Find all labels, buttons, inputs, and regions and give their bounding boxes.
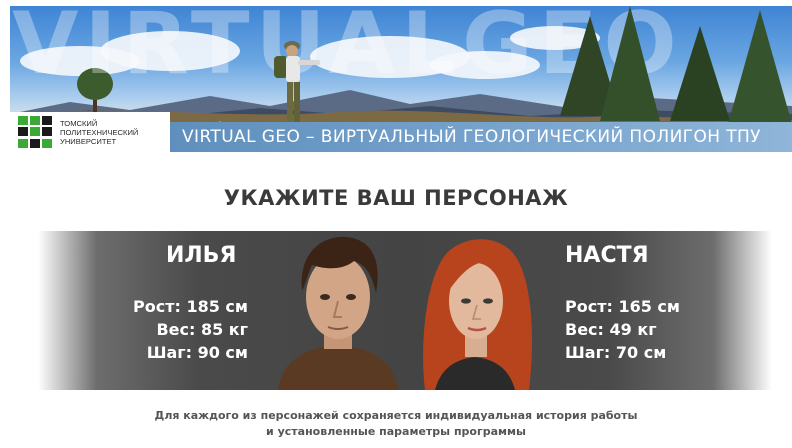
tpu-logo-text: ТОМСКИЙ ПОЛИТЕХНИЧЕСКИЙ УНИВЕРСИТЕТ [60,119,138,146]
character-option-ilya[interactable]: ИЛЬЯ Рост: 185 см Вес: 85 кг Шаг: 90 см [38,231,405,390]
logo-line-1: ТОМСКИЙ [60,118,98,128]
logo-mark-square [30,116,40,125]
character-selection-panel: ИЛЬЯ Рост: 185 см Вес: 85 кг Шаг: 90 см [38,231,772,390]
logo-line-3: УНИВЕРСИТЕТ [60,136,117,146]
pine-trees-graphic [560,6,792,124]
logo-mark-square [42,138,52,148]
logo-mark-square [18,127,28,137]
character-height: Рост: 185 см [133,297,248,316]
character-weight: Вес: 85 кг [156,320,248,339]
character-step: Шаг: 90 см [146,343,248,362]
logo-mark-square [18,116,28,125]
tpu-logo: ТОМСКИЙ ПОЛИТЕХНИЧЕСКИЙ УНИВЕРСИТЕТ [10,112,170,152]
footnote-line-1: Для каждого из персонажей сохраняется ин… [154,409,638,422]
character-portrait-ilya[interactable] [268,231,408,390]
character-stats: Рост: 185 см Вес: 85 кг Шаг: 90 см [118,295,248,364]
logo-line-2: ПОЛИТЕХНИЧЕСКИЙ [60,127,139,137]
character-stats: Рост: 165 см Вес: 49 кг Шаг: 70 см [565,295,705,364]
app-title: VIRTUAL GEO – ВИРТУАЛЬНЫЙ ГЕОЛОГИЧЕСКИЙ … [182,127,761,147]
logo-mark-square [18,138,28,148]
character-step: Шаг: 70 см [565,343,667,362]
character-option-nastya[interactable]: НАСТЯ Рост: 165 см Вес: 49 кг Шаг: 70 см [405,231,772,390]
footnote-line-2: и установленные параметры программы [266,425,526,438]
hiker-figure-graphic [274,41,320,122]
page-title: УКАЖИТЕ ВАШ ПЕРСОНАЖ [223,186,569,210]
app-title-bar: VIRTUAL GEO – ВИРТУАЛЬНЫЙ ГЕОЛОГИЧЕСКИЙ … [170,122,792,152]
character-name: ИЛЬЯ [166,243,237,268]
footnote: Для каждого из персонажей сохраняется ин… [0,408,792,440]
logo-mark-square [30,127,40,137]
logo-mark-square [42,116,52,125]
character-portrait-nastya[interactable] [405,231,545,390]
logo-mark-square [30,138,40,148]
header-banner: VIRTUALGEO ТОМСКИЙ ПОЛИТЕХНИЧЕСКИЙ УНИВЕ… [0,0,792,152]
character-weight: Вес: 49 кг [565,320,657,339]
character-name: НАСТЯ [565,243,649,268]
tpu-logo-mark-icon [18,116,54,148]
logo-mark-square [42,127,52,137]
character-height: Рост: 165 см [565,297,680,316]
